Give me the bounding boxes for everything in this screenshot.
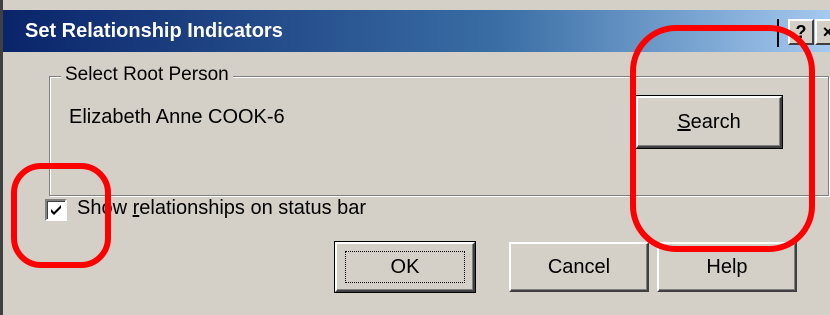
checkmark-icon xyxy=(51,205,61,215)
title-bar[interactable]: Set Relationship Indicators ? × xyxy=(3,10,830,52)
question-icon: ? xyxy=(795,22,807,42)
search-mnemonic: S xyxy=(677,111,691,133)
dialog-window: Set Relationship Indicators ? × Select R… xyxy=(0,0,830,315)
help-label: Help xyxy=(706,256,748,278)
root-person-name: Elizabeth Anne COOK-6 xyxy=(69,106,285,128)
ok-label: OK xyxy=(390,256,420,278)
search-label-rest: earch xyxy=(690,111,741,133)
search-button[interactable]: Search xyxy=(635,95,783,149)
show-relationships-checkbox[interactable] xyxy=(45,199,67,221)
close-icon: × xyxy=(822,22,830,42)
ok-button[interactable]: OK xyxy=(334,241,476,293)
context-help-button[interactable]: ? xyxy=(788,19,814,45)
window-title: Set Relationship Indicators xyxy=(25,20,283,42)
label-part-2: elationships on status bar xyxy=(139,197,367,219)
help-button[interactable]: Help xyxy=(657,242,797,292)
show-relationships-label[interactable]: Show relationships on status bar xyxy=(77,197,366,220)
title-bar-separator xyxy=(777,19,779,47)
close-button[interactable]: × xyxy=(815,19,830,45)
groupbox-label: Select Root Person xyxy=(61,64,233,86)
cancel-label: Cancel xyxy=(547,256,611,278)
cancel-button[interactable]: Cancel xyxy=(509,242,649,292)
label-part-1: Show xyxy=(77,197,133,219)
